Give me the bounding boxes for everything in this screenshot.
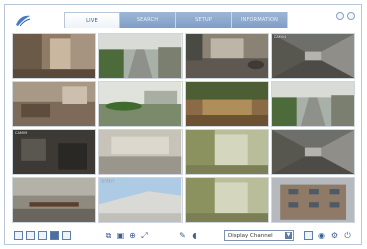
channel-label: CAM14 — [101, 179, 114, 183]
camera-feed — [99, 130, 182, 174]
camera-tile[interactable] — [12, 177, 97, 223]
camera-tile[interactable] — [98, 81, 183, 127]
tab-search[interactable]: SEARCH — [120, 12, 176, 28]
camera-tile[interactable] — [12, 33, 97, 79]
ptz-icon[interactable]: ✎ — [178, 231, 187, 240]
logout-icon[interactable] — [347, 12, 355, 20]
display-channel-select[interactable]: Display Channel ▼ — [224, 230, 294, 241]
bottom-toolbar: ⧉ ▣ ⊕ ⤢ ✎ ◖ Display Channel ▼ ◉ ⚙ ⏻ — [12, 230, 355, 242]
help-icon[interactable] — [336, 12, 344, 20]
layout-2x2-button[interactable] — [26, 231, 35, 240]
camera-feed — [185, 178, 268, 222]
camera-tile[interactable] — [270, 81, 355, 127]
camera-tile[interactable] — [270, 129, 355, 175]
power-icon[interactable]: ⏻ — [343, 231, 352, 240]
capture-icon[interactable]: ▣ — [116, 231, 125, 240]
settings-icon[interactable]: ⚙ — [330, 231, 339, 240]
layout-4x4-button[interactable] — [50, 231, 59, 240]
camera-feed — [271, 178, 354, 222]
top-right-icons — [336, 12, 355, 20]
camera-feed — [13, 82, 96, 126]
camera-tile[interactable]: CAM04 — [270, 33, 355, 79]
camera-tile[interactable] — [184, 129, 269, 175]
tab-setup[interactable]: SETUP — [176, 12, 232, 28]
camera-tile[interactable] — [270, 177, 355, 223]
camera-tile[interactable]: CAM14 — [98, 177, 183, 223]
grid-settings-button[interactable] — [304, 231, 313, 240]
camera-tile[interactable] — [98, 33, 183, 79]
zoom-icon[interactable]: ⊕ — [128, 231, 137, 240]
layout-3x3-button[interactable] — [38, 231, 47, 240]
camera-feed — [185, 82, 268, 126]
layout-custom-button[interactable] — [62, 231, 71, 240]
record-icon[interactable]: ◉ — [317, 231, 326, 240]
camera-tile[interactable] — [98, 129, 183, 175]
camera-feed — [185, 130, 268, 174]
camera-feed — [271, 82, 354, 126]
tab-live[interactable]: LIVE — [64, 12, 120, 28]
tab-information[interactable]: INFORMATION — [232, 12, 288, 28]
camera-tile[interactable] — [12, 81, 97, 127]
display-channel-label: Display Channel — [228, 232, 273, 239]
camera-feed — [185, 34, 268, 78]
camera-grid: CAM04 CAM09 CAM14 — [12, 33, 355, 223]
camera-tile[interactable] — [184, 177, 269, 223]
camera-feed — [99, 178, 182, 222]
camera-feed — [99, 34, 182, 78]
camera-feed — [271, 34, 354, 78]
logo-icon — [16, 15, 31, 27]
camera-feed — [13, 34, 96, 78]
layout-1x1-button[interactable] — [14, 231, 23, 240]
chevron-down-icon: ▼ — [285, 232, 292, 239]
camera-tile[interactable] — [184, 81, 269, 127]
camera-feed — [13, 178, 96, 222]
camera-feed — [271, 130, 354, 174]
main-tabs: LIVE SEARCH SETUP INFORMATION — [64, 12, 288, 28]
camera-tile[interactable] — [184, 33, 269, 79]
camera-feed — [99, 82, 182, 126]
fullscreen-icon[interactable]: ⤢ — [140, 231, 149, 240]
camera-tile[interactable]: CAM09 — [12, 129, 97, 175]
camera-feed — [13, 130, 96, 174]
copy-icon[interactable]: ⧉ — [104, 231, 113, 240]
channel-label: CAM09 — [15, 131, 28, 135]
audio-icon[interactable]: ◖ — [190, 231, 199, 240]
channel-label: CAM04 — [273, 35, 287, 39]
